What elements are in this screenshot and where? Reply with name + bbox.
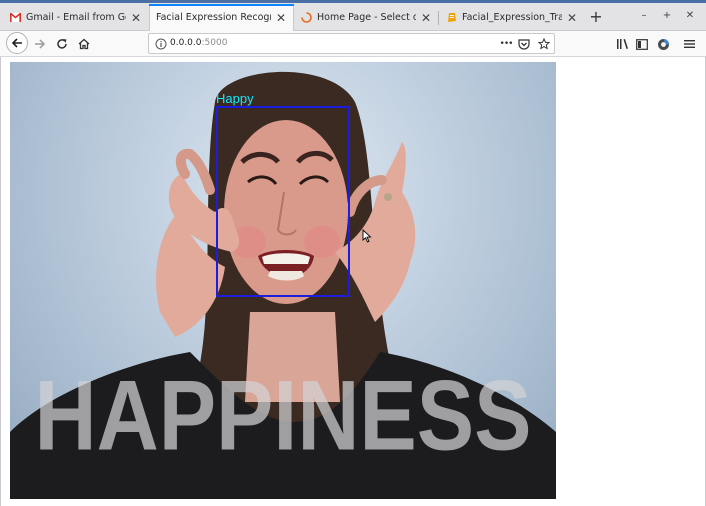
tab-strip: Gmail - Email from Google ✕ Facial Expre…	[0, 0, 706, 31]
forward-button[interactable]	[30, 34, 50, 54]
home-button[interactable]	[74, 34, 94, 54]
hamburger-menu-icon	[683, 40, 695, 48]
reload-button[interactable]	[52, 34, 72, 54]
minimize-button[interactable]: –	[637, 9, 651, 23]
bookmark-button[interactable]	[537, 37, 551, 51]
reload-icon	[57, 39, 67, 49]
library-button[interactable]	[612, 34, 632, 54]
extension-icon	[657, 38, 669, 50]
extension-button[interactable]	[653, 34, 673, 54]
url-host: 0.0.0.0	[170, 38, 202, 48]
tab-label: Facial Expression Recognition	[156, 12, 271, 23]
back-button[interactable]	[6, 32, 28, 54]
home-icon	[78, 38, 90, 50]
menu-button[interactable]	[679, 34, 699, 54]
star-icon	[538, 38, 550, 50]
pocket-icon	[518, 38, 530, 50]
close-icon[interactable]: ✕	[130, 11, 142, 25]
arrow-right-icon	[35, 39, 46, 49]
url-port: :5000	[201, 38, 228, 48]
tab-separator	[438, 11, 439, 25]
pocket-button[interactable]	[517, 37, 531, 51]
gmail-icon	[10, 12, 21, 23]
tab-label: Gmail - Email from Google	[26, 12, 126, 23]
tab-gmail[interactable]: Gmail - Email from Google ✕	[4, 5, 148, 30]
sidebar-icon	[636, 38, 648, 50]
close-icon[interactable]: ✕	[275, 11, 287, 25]
library-icon	[616, 39, 628, 49]
loading-spinner-icon	[301, 12, 312, 23]
sidebar-button[interactable]	[632, 34, 652, 54]
url-text: 0.0.0.0:5000	[170, 38, 227, 48]
close-icon[interactable]: ✕	[420, 11, 432, 25]
emotion-label: Happy	[216, 91, 254, 106]
video-stream: HAPPINESS Happy	[10, 62, 556, 499]
maximize-button[interactable]: +	[660, 9, 674, 23]
page-content: HAPPINESS Happy	[0, 57, 706, 506]
mouse-cursor-icon	[362, 229, 372, 243]
arrow-left-icon	[11, 38, 22, 48]
tab-facial-expression-training[interactable]: Facial_Expression_Training ✕	[440, 5, 584, 30]
new-tab-button[interactable]: +	[588, 7, 604, 27]
navigation-toolbar: 0.0.0.0:5000 •••	[0, 31, 706, 57]
face-bounding-box	[216, 106, 350, 297]
video-caption-text: HAPPINESS	[34, 361, 532, 472]
tab-label: Home Page - Select or crea	[317, 12, 416, 23]
info-icon[interactable]	[155, 38, 167, 50]
close-icon[interactable]: ✕	[566, 11, 578, 25]
url-bar[interactable]: 0.0.0.0:5000 •••	[148, 33, 555, 54]
close-window-button[interactable]: ✕	[683, 9, 697, 23]
page-actions-button[interactable]: •••	[499, 37, 514, 51]
window-accent-bar	[0, 0, 706, 3]
tab-label: Facial_Expression_Training	[462, 12, 562, 23]
tab-home-page[interactable]: Home Page - Select or crea ✕	[295, 5, 438, 30]
jupyter-icon	[446, 12, 457, 23]
tab-facial-expression-recognition[interactable]: Facial Expression Recognition ✕	[149, 4, 294, 31]
